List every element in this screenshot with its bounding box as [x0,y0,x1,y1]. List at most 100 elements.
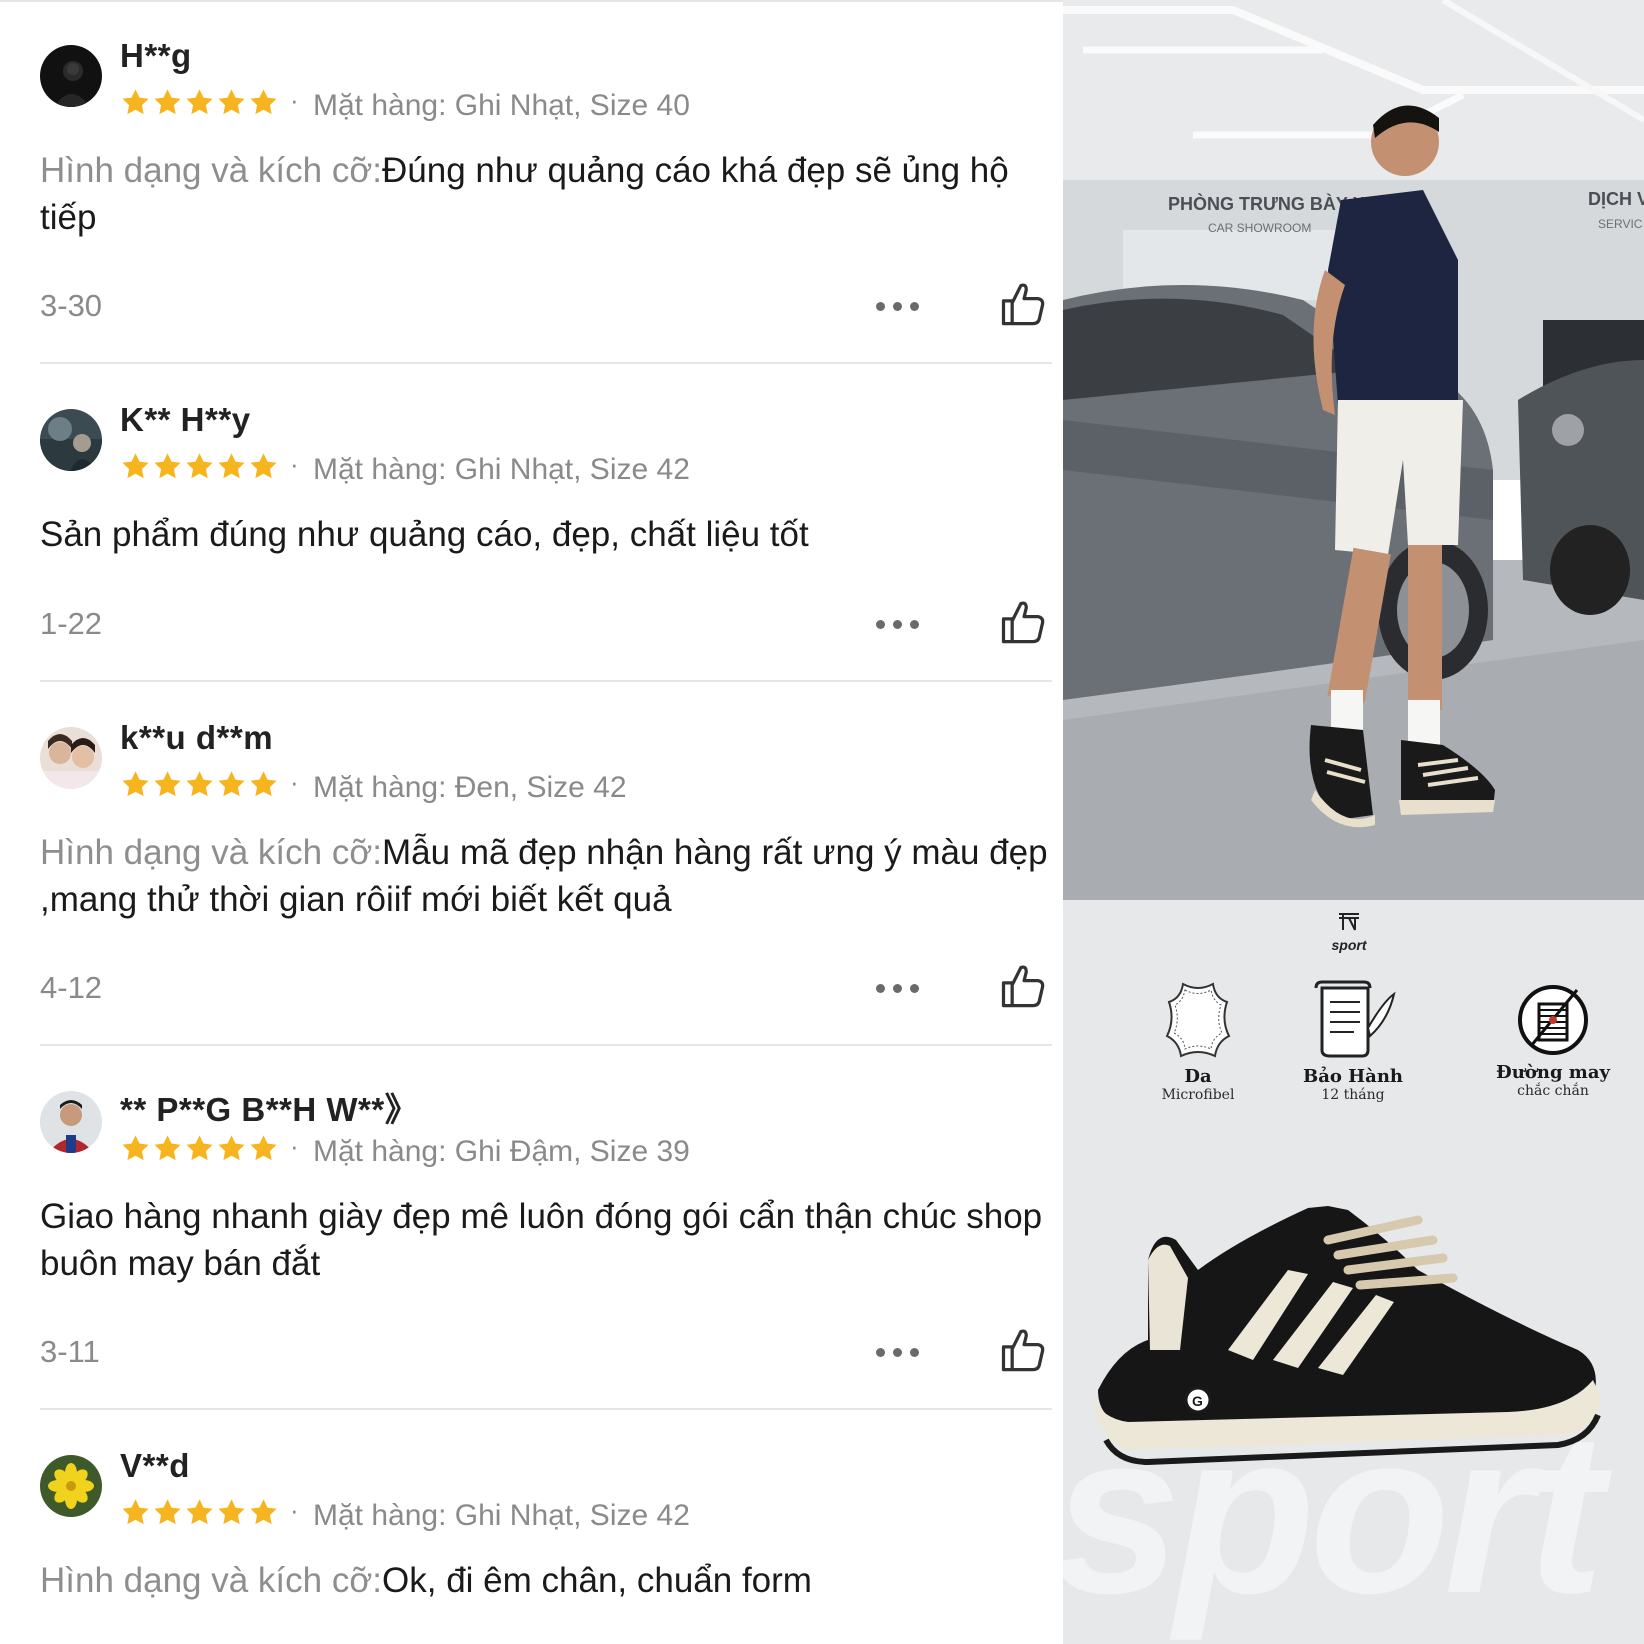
separator-dot: · [290,1495,299,1525]
review-date: 3-11 [40,1334,100,1369]
avatar[interactable] [40,409,102,471]
review-text: Giao hàng nhanh giày đẹp mê luôn đóng gó… [40,1193,1050,1287]
review-date: 4-12 [40,970,103,1005]
rating-stars [120,451,279,485]
feature-subtitle: 12 tháng [1321,1087,1385,1103]
review-list: H**g · Mặt hàng: Ghi Nhạt, Size 40 Hình … [0,0,1063,1644]
sneaker-product-image[interactable]: G [1088,1200,1608,1500]
avatar[interactable] [40,1091,102,1153]
reviewer-name[interactable]: K** H**y [120,401,251,439]
review-item: H**g · Mặt hàng: Ghi Nhạt, Size 40 Hình … [0,0,1063,364]
star-icon [250,1135,277,1161]
variant-label: Mặt hàng: Ghi Nhạt, Size 40 [313,89,690,122]
review-date: 3-30 [40,288,103,323]
review-body: Ok, đi êm chân, chuẩn form [382,1561,812,1600]
brand-logo: sport [1309,912,1389,953]
rating-stars [120,87,279,121]
star-icon [154,89,181,115]
star-icon [154,1499,181,1525]
feature-subtitle: chắc chắn [1517,1083,1589,1099]
reviewer-name[interactable]: V**d [120,1447,190,1485]
showroom-sub: CAR SHOWROOM [1208,221,1311,235]
review-item: ** P**G B**H W**》 · Mặt hàng: Ghi Đậm, S… [40,1046,1052,1410]
svg-text:G: G [1192,1393,1203,1409]
thumbs-up-icon[interactable] [997,959,1049,1011]
service-sign: DỊCH V [1588,189,1644,209]
review-body: Sản phẩm đúng như quảng cáo, đẹp, chất l… [40,515,809,554]
star-icon [218,1499,245,1525]
separator-dot: · [290,1131,299,1161]
rating-stars [120,769,279,803]
star-icon [250,1499,277,1525]
review-text: Hình dạng và kích cỡ:Ok, đi êm chân, chu… [40,1557,1050,1604]
star-icon [122,1499,149,1525]
product-info-card[interactable]: sport sport Da Microfibel Bảo Hành 12 th… [1063,900,1644,1644]
star-icon [218,771,245,797]
star-icon [186,453,213,479]
more-dots-icon[interactable] [865,291,929,321]
review-item: k**u d**m · Mặt hàng: Đen, Size 42 Hình … [40,682,1052,1046]
star-icon [154,1135,181,1161]
reviewer-name[interactable]: H**g [120,37,192,75]
thumbs-up-icon[interactable] [997,595,1049,647]
star-icon [250,453,277,479]
separator-dot: · [290,767,299,797]
star-icon [250,89,277,115]
separator-dot: · [290,449,299,479]
review-body: Giao hàng nhanh giày đẹp mê luôn đóng gó… [40,1197,1043,1283]
star-icon [122,89,149,115]
more-dots-icon[interactable] [865,609,929,639]
star-icon [122,453,149,479]
product-gallery: PHÒNG TRƯNG BÀY XE CAR SHOWROOM DỊCH V S… [1063,0,1644,1644]
rating-stars [120,1497,279,1531]
reviewer-name[interactable]: k**u d**m [120,719,273,757]
review-item: V**d · Mặt hàng: Ghi Nhạt, Size 42 Hình … [40,1410,1052,1644]
brand-mark-icon [1339,913,1359,931]
review-prefix: Hình dạng và kích cỡ: [40,151,383,190]
feature-title: Bảo Hành [1303,1066,1403,1087]
variant-label: Mặt hàng: Ghi Nhạt, Size 42 [313,1499,690,1532]
thumbs-up-icon[interactable] [997,277,1049,329]
more-dots-icon[interactable] [865,973,929,1003]
star-icon [154,453,181,479]
star-icon [186,1499,213,1525]
leather-icon [1165,982,1231,1058]
feature-warranty: Bảo Hành 12 tháng [1258,980,1448,1103]
avatar[interactable] [40,45,102,107]
thread-spool-icon [1518,985,1588,1055]
review-date: 1-22 [40,606,103,641]
star-icon [186,89,213,115]
feature-title: Đường may [1496,1062,1610,1083]
more-dots-icon[interactable] [865,1337,929,1367]
star-icon [218,453,245,479]
variant-label: Mặt hàng: Ghi Nhạt, Size 42 [313,453,690,486]
star-icon [186,771,213,797]
star-icon [218,89,245,115]
variant-label: Mặt hàng: Ghi Đậm, Size 39 [313,1135,690,1168]
star-icon [186,1135,213,1161]
product-model-photo[interactable]: PHÒNG TRƯNG BÀY XE CAR SHOWROOM DỊCH V S… [1063,0,1644,900]
variant-label: Mặt hàng: Đen, Size 42 [313,771,627,804]
avatar[interactable] [40,1455,102,1517]
review-text: Hình dạng và kích cỡ:Đúng như quảng cáo … [40,147,1050,241]
review-prefix: Hình dạng và kích cỡ: [40,833,383,872]
star-icon [122,771,149,797]
divider [0,0,1063,2]
thumbs-up-icon[interactable] [997,1323,1049,1375]
separator-dot: · [290,85,299,115]
service-sub: SERVIC [1598,217,1643,231]
feature-stitching: Đường may chắc chắn [1458,980,1644,1099]
review-text: Sản phẩm đúng như quảng cáo, đẹp, chất l… [40,511,1050,558]
star-icon [122,1135,149,1161]
star-icon [218,1135,245,1161]
avatar[interactable] [40,727,102,789]
star-icon [154,771,181,797]
warranty-scroll-icon [1314,980,1396,1058]
review-text: Hình dạng và kích cỡ:Mẫu mã đẹp nhận hàn… [40,829,1050,923]
reviewer-name[interactable]: ** P**G B**H W**》 [120,1083,418,1131]
review-prefix: Hình dạng và kích cỡ: [40,1561,383,1600]
rating-stars [120,1133,279,1167]
brand-name: sport [1331,937,1367,953]
review-item: K** H**y · Mặt hàng: Ghi Nhạt, Size 42 S… [40,364,1052,682]
star-icon [250,771,277,797]
